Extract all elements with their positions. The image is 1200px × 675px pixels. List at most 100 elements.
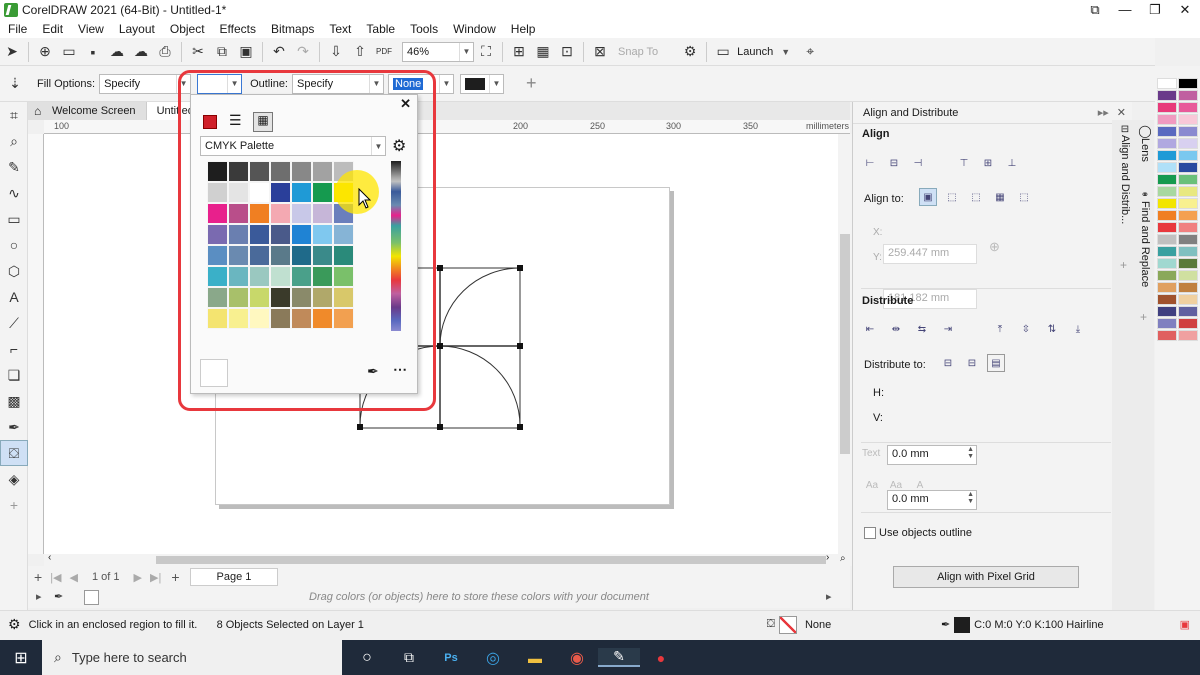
selection-extent-icon[interactable]: ⊟: [939, 354, 957, 372]
text-baseline-icon[interactable]: Aa: [863, 476, 881, 494]
align-top-icon[interactable]: ⊤: [955, 154, 973, 172]
palette-color-swatch[interactable]: [1178, 198, 1198, 209]
menu-view[interactable]: View: [70, 22, 111, 36]
windows-start-icon[interactable]: ⊞: [0, 648, 42, 668]
arc-shape[interactable]: [439, 267, 521, 347]
palette-color-swatch[interactable]: [1178, 246, 1198, 257]
palette-color-swatch[interactable]: [1178, 126, 1198, 137]
stepper-icon[interactable]: ▲ ▼: [967, 446, 974, 460]
docker-close-icon[interactable]: ✕: [1117, 106, 1126, 119]
distribute-middle-icon[interactable]: ⇳: [1017, 320, 1035, 338]
active-objects-icon[interactable]: ▣: [919, 188, 937, 206]
transparency-tool-icon[interactable]: ▩: [0, 388, 28, 414]
palette-color-swatch[interactable]: [1178, 150, 1198, 161]
horizontal-scrollbar[interactable]: ‹ › ⌕: [44, 552, 852, 566]
palette-color-swatch[interactable]: [1178, 138, 1198, 149]
full-screen-preview-icon[interactable]: ⊞: [508, 41, 530, 63]
publish-pdf-icon[interactable]: PDF: [373, 41, 395, 63]
palette-color-swatch[interactable]: [1178, 210, 1198, 221]
zoom-level-combo[interactable]: 46% ▼: [402, 41, 474, 62]
print-icon[interactable]: ⎙: [154, 41, 176, 63]
cortana-icon[interactable]: ○: [346, 649, 388, 667]
palette-color-swatch[interactable]: [1157, 126, 1177, 137]
menu-help[interactable]: Help: [503, 22, 543, 36]
palette-color-swatch[interactable]: [1178, 186, 1198, 197]
launch-label[interactable]: Launch: [737, 46, 773, 58]
palette-color-swatch[interactable]: [1178, 90, 1198, 101]
menu-window[interactable]: Window: [445, 22, 503, 36]
close-button[interactable]: ✕: [1170, 0, 1200, 20]
palette-color-swatch[interactable]: [1157, 246, 1177, 257]
task-view-icon[interactable]: ⧉: [388, 649, 430, 666]
palette-color-swatch[interactable]: [1157, 294, 1177, 305]
add-page-after-icon[interactable]: +: [171, 569, 179, 585]
docker-expand-icon[interactable]: ▸▸: [1098, 106, 1109, 119]
target-icon[interactable]: ⊕: [989, 239, 1000, 255]
palette-color-swatch[interactable]: [1157, 78, 1177, 89]
zoom-to-page-icon[interactable]: ⛶: [475, 41, 497, 63]
redo-icon[interactable]: ↷: [292, 41, 314, 63]
palette-color-swatch[interactable]: [1178, 162, 1198, 173]
text-tool-icon[interactable]: A: [0, 284, 28, 310]
open-folder-icon[interactable]: ▭: [58, 41, 80, 63]
palette-color-swatch[interactable]: [1157, 102, 1177, 113]
no-fill-swatch[interactable]: [778, 615, 797, 634]
outline-color-swatch[interactable]: [954, 616, 971, 633]
align-bottom-icon[interactable]: ⊥: [1003, 154, 1021, 172]
pick-tool-icon[interactable]: ➤: [1, 41, 23, 63]
snap-off-icon[interactable]: ⊠: [589, 41, 611, 63]
next-page-icon[interactable]: ▶: [134, 571, 142, 584]
add-page-icon[interactable]: +: [34, 569, 42, 585]
ellipse-tool-icon[interactable]: ○: [0, 232, 28, 258]
outline-color-picker[interactable]: ▼: [460, 73, 504, 94]
save-icon[interactable]: ▪: [82, 41, 104, 63]
maximize-button[interactable]: ❐: [1140, 0, 1170, 20]
show-grid-icon[interactable]: ▦: [532, 41, 554, 63]
customize-icon[interactable]: ⌖: [799, 41, 821, 63]
zoom-tool-icon[interactable]: ⌕: [0, 128, 28, 154]
distribute-top-icon[interactable]: ⤒: [991, 320, 1009, 338]
vertical-scroll-thumb[interactable]: [840, 234, 850, 454]
palette-color-swatch[interactable]: [1178, 282, 1198, 293]
page-1-tab[interactable]: Page 1: [189, 568, 279, 586]
color-proofing-icon[interactable]: ▣: [1180, 618, 1190, 631]
eyedropper-icon[interactable]: ✒: [54, 590, 63, 603]
options-gear-icon[interactable]: ⚙: [679, 41, 701, 63]
parallel-dimension-icon[interactable]: ⟋: [0, 310, 28, 336]
align-center-h-icon[interactable]: ⊟: [885, 154, 903, 172]
cut-icon[interactable]: ✂: [187, 41, 209, 63]
distribute-center-icon[interactable]: ⇹: [887, 320, 905, 338]
drop-shadow-icon[interactable]: ❏: [0, 362, 28, 388]
coreldraw-taskbar-icon[interactable]: ✎: [598, 648, 640, 667]
palette-color-swatch[interactable]: [1157, 258, 1177, 269]
x-coordinate-field[interactable]: 259.447 mm: [883, 244, 977, 264]
palette-color-swatch[interactable]: [1157, 330, 1177, 341]
specified-point-icon[interactable]: ⬚: [1015, 188, 1033, 206]
distribute-bottom-icon[interactable]: ⤓: [1069, 320, 1087, 338]
palette-color-swatch[interactable]: [1178, 318, 1198, 329]
no-color-swatch[interactable]: [84, 590, 99, 605]
palette-color-swatch[interactable]: [1178, 114, 1198, 125]
palette-color-swatch[interactable]: [1157, 174, 1177, 185]
align-right-icon[interactable]: ⊣: [909, 154, 927, 172]
paste-icon[interactable]: ▣: [235, 41, 257, 63]
connector-tool-icon[interactable]: ⌐: [0, 336, 28, 362]
palette-color-swatch[interactable]: [1157, 210, 1177, 221]
palette-color-swatch[interactable]: [1178, 78, 1198, 89]
cloud-download-icon[interactable]: ☁: [130, 41, 152, 63]
scroll-left-icon[interactable]: ‹: [48, 552, 51, 563]
restore-view-icon[interactable]: ⧉: [1080, 0, 1110, 20]
palette-color-swatch[interactable]: [1178, 258, 1198, 269]
polygon-tool-icon[interactable]: ⬡: [0, 258, 28, 284]
vertical-ruler[interactable]: [28, 134, 44, 554]
launch-icon[interactable]: ▭: [712, 41, 734, 63]
palette-color-swatch[interactable]: [1157, 198, 1177, 209]
previous-page-icon[interactable]: ◀: [70, 571, 78, 584]
selection-handle[interactable]: [437, 424, 443, 430]
palette-color-swatch[interactable]: [1178, 270, 1198, 281]
distribute-spacing-icon[interactable]: ⇆: [913, 320, 931, 338]
document-palette[interactable]: ▸ ✒ Drag colors (or objects) here to sto…: [28, 588, 850, 608]
align-docker-tab[interactable]: ⊟ Align and Distrib...: [1118, 124, 1132, 254]
lens-docker-tab[interactable]: ◯ Lens: [1138, 124, 1152, 162]
taskbar-search[interactable]: ⌕ Type here to search: [42, 640, 342, 675]
